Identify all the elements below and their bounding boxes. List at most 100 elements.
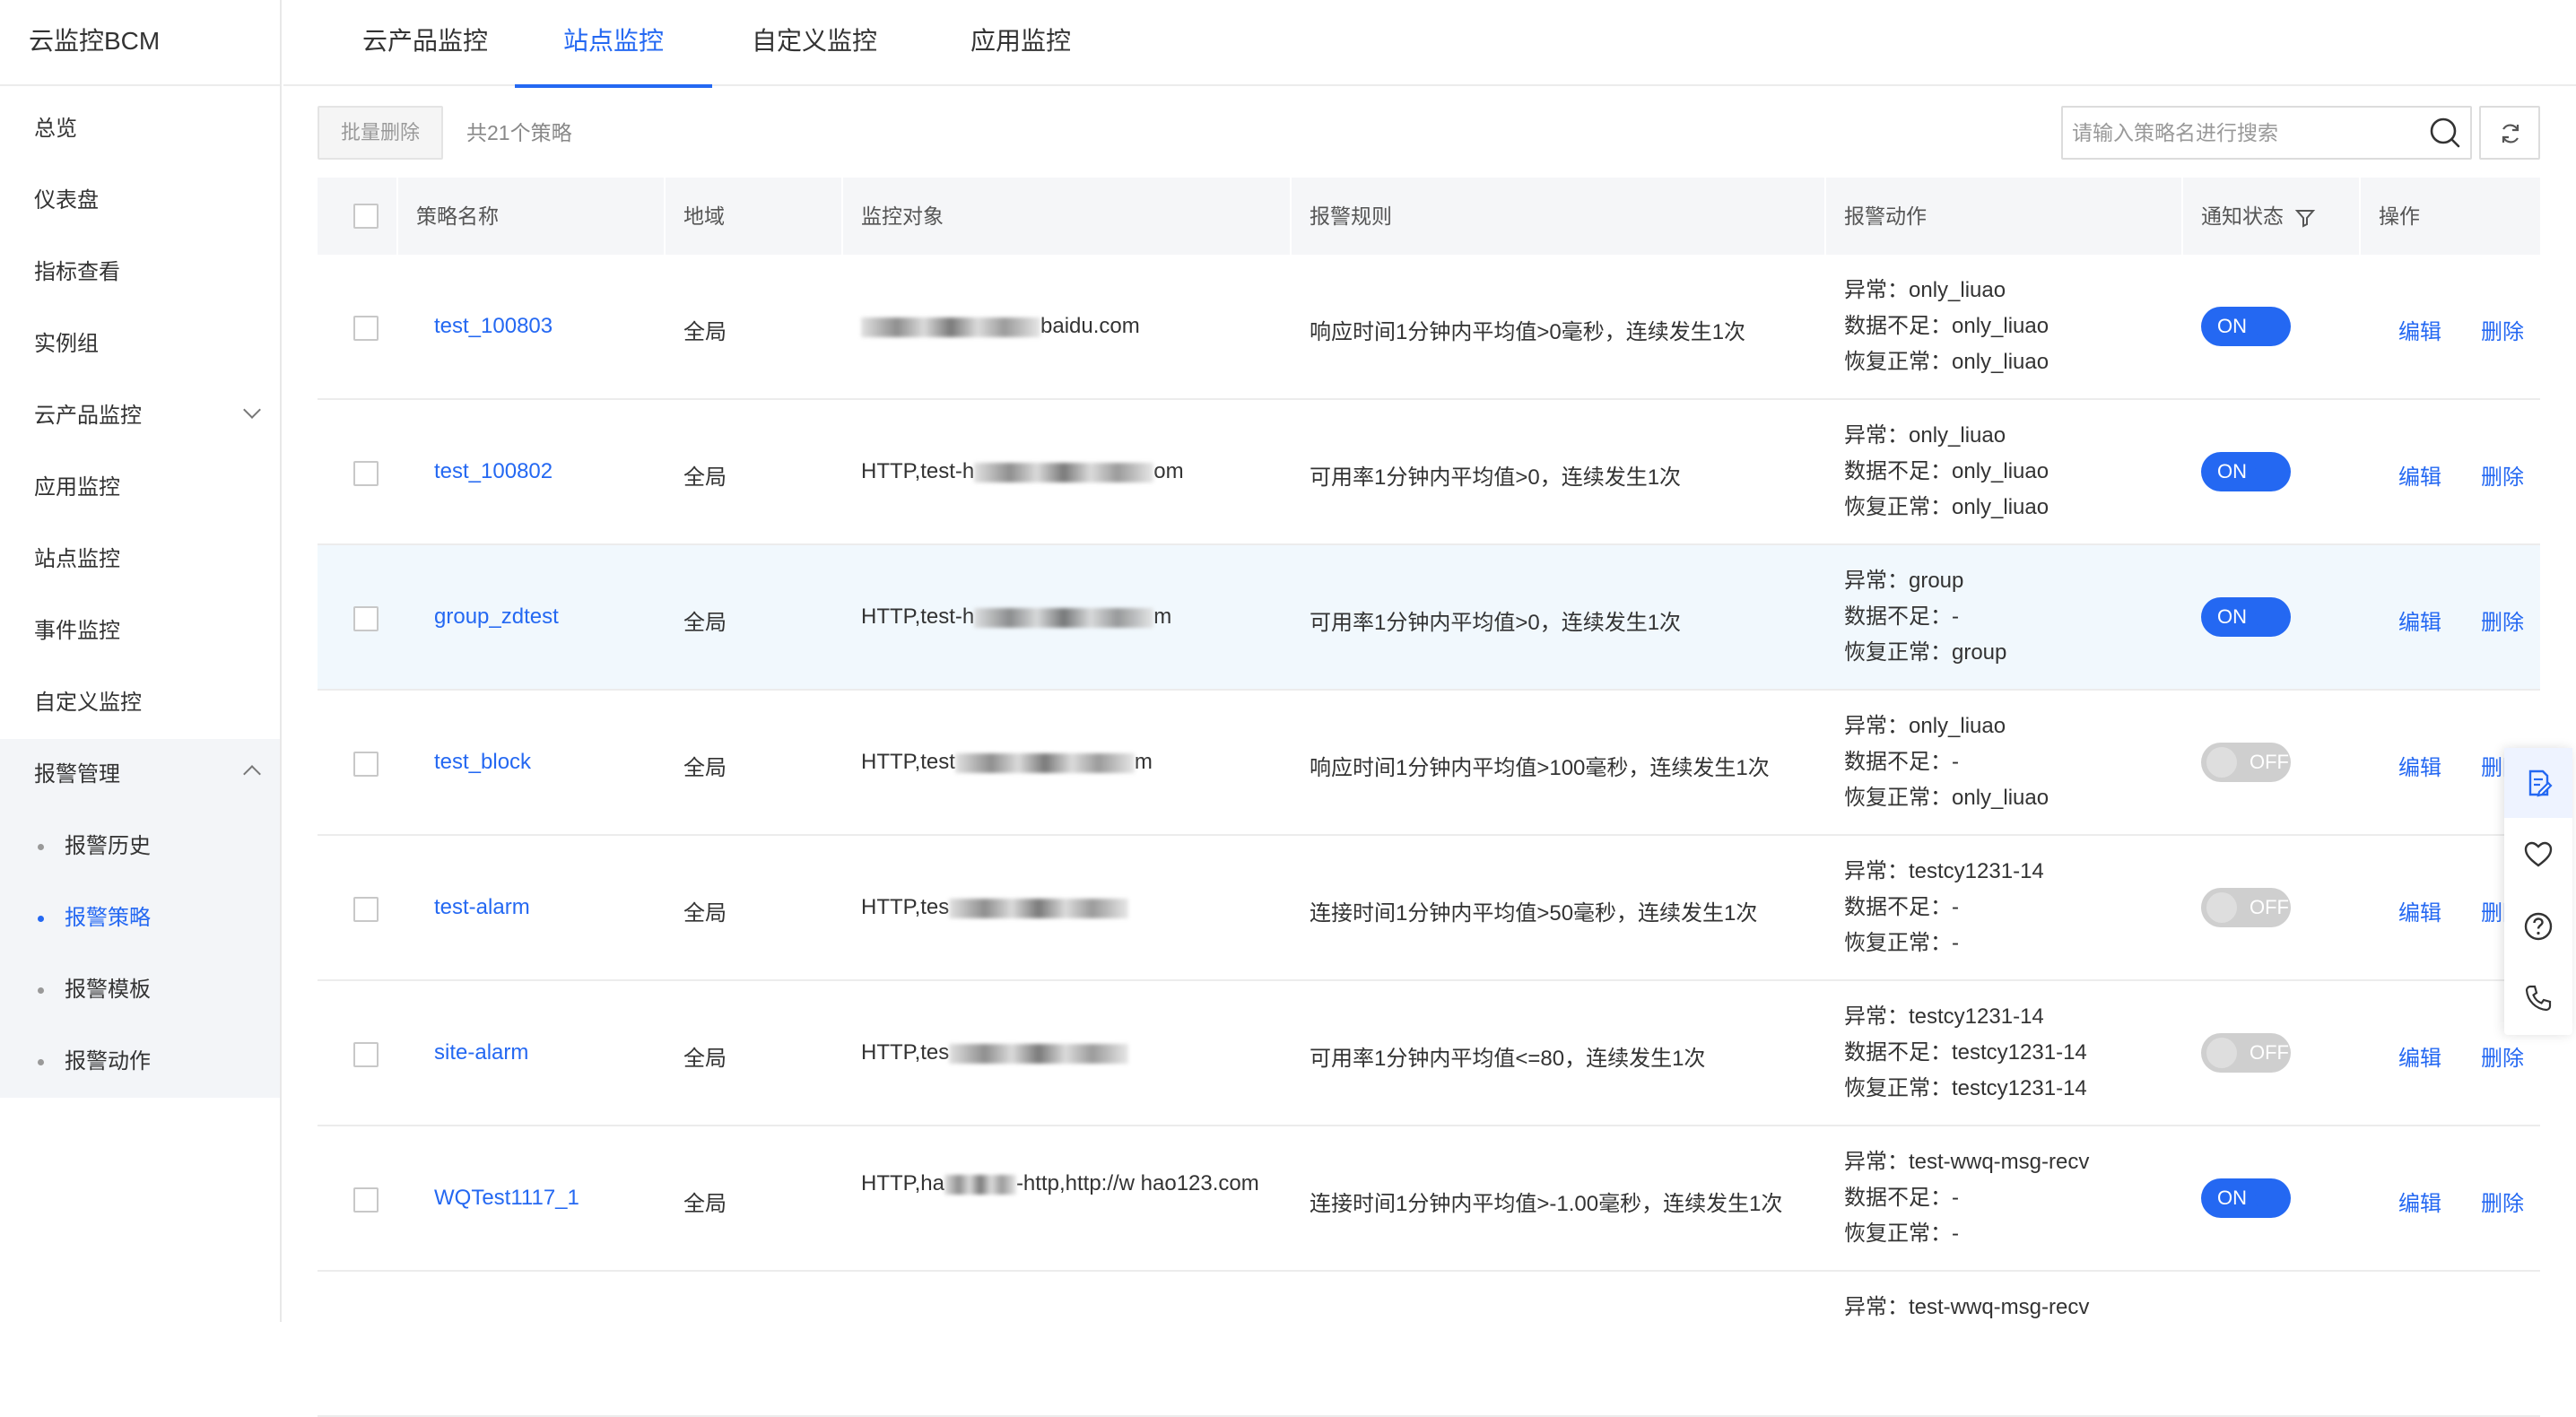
sidebar-item-dashboard[interactable]: 仪表盘 <box>0 165 280 237</box>
row-checkbox[interactable] <box>353 606 379 631</box>
column-divider <box>1824 178 1826 255</box>
tab-app-monitor[interactable]: 应用监控 <box>949 0 1092 86</box>
target-cell: HTTP,test-h m <box>861 599 1274 635</box>
row-checkbox[interactable] <box>353 461 379 486</box>
action-abnormal: 异常：group <box>1844 569 1964 593</box>
select-all-checkbox[interactable] <box>353 204 379 229</box>
notify-toggle[interactable]: OFF <box>2201 1033 2291 1073</box>
row-checkbox[interactable] <box>353 897 379 922</box>
action-cell: 异常：only_liuao 数据不足：only_liuao 恢复正常：only_li… <box>1844 418 2049 526</box>
sidebar-item-label: 总览 <box>34 117 77 141</box>
sidebar-item-cloud-product[interactable]: 云产品监控 <box>0 380 280 452</box>
help-button[interactable] <box>2504 891 2572 961</box>
target-text-suffix: -http,http://w hao123.com <box>1015 1171 1259 1195</box>
target-text-prefix: HTTP,test <box>861 750 955 774</box>
region-cell: 全局 <box>683 756 727 780</box>
target-text-prefix: HTTP,tes <box>861 895 950 919</box>
action-recovered: 恢复正常：- <box>1844 931 1959 955</box>
edit-link[interactable]: 编辑 <box>2398 1186 2441 1217</box>
sidebar-item-label: 指标查看 <box>34 260 120 284</box>
policy-name-link[interactable]: WQTest1117_1 <box>434 1186 579 1211</box>
row-checkbox[interactable] <box>353 1187 379 1213</box>
action-cell: 异常：test-wwq-msg-recv 数据不足：- 恢复正常：- <box>1844 1144 2089 1252</box>
sidebar-subitem-alarm-policy[interactable]: 报警策略 <box>0 882 280 954</box>
redacted-blur <box>949 1043 1129 1064</box>
notify-toggle[interactable]: ON <box>2201 1178 2291 1218</box>
sidebar-item-app-monitor[interactable]: 应用监控 <box>0 452 280 524</box>
batch-delete-button[interactable]: 批量删除 <box>318 106 443 160</box>
refresh-button[interactable] <box>2479 106 2540 160</box>
notify-toggle[interactable]: OFF <box>2201 888 2291 927</box>
sidebar-subitem-alarm-template[interactable]: 报警模板 <box>0 954 280 1026</box>
table-row: test_block 全局 HTTP,test m 响应时间1分钟内平均值>100毫秒，… <box>318 691 2540 836</box>
redacted-blur <box>974 607 1154 628</box>
search-input[interactable] <box>2063 108 2404 158</box>
tab-cloud-product[interactable]: 云产品监控 <box>353 0 497 86</box>
sidebar-subitem-alarm-history[interactable]: 报警历史 <box>0 811 280 882</box>
policy-name-link[interactable]: test_100803 <box>434 314 553 339</box>
action-recovered: 恢复正常：only_liuao <box>1844 495 2049 519</box>
sidebar-item-alarm-management[interactable]: 报警管理 <box>0 739 280 811</box>
action-cell: 异常：test-wwq-msg-recv <box>1844 1290 2089 1326</box>
chevron-up-icon <box>246 739 258 811</box>
tab-custom-monitor[interactable]: 自定义监控 <box>743 0 886 86</box>
sidebar-item-label: 站点监控 <box>34 547 120 571</box>
column-divider <box>1290 178 1292 255</box>
action-cell: 异常：testcy1231-14 数据不足：testcy1231-14 恢复正常：t… <box>1844 999 2087 1107</box>
action-recovered: 恢复正常：only_liuao <box>1844 786 2049 810</box>
notify-toggle[interactable]: ON <box>2201 307 2291 346</box>
sidebar-item-overview[interactable]: 总览 <box>0 93 280 165</box>
edit-link[interactable]: 编辑 <box>2398 750 2441 781</box>
edit-link[interactable]: 编辑 <box>2398 1040 2441 1072</box>
feedback-button[interactable] <box>2504 748 2572 818</box>
policy-name-link[interactable]: group_zdtest <box>434 604 559 630</box>
edit-link[interactable]: 编辑 <box>2398 314 2441 345</box>
sidebar-item-metrics[interactable]: 指标查看 <box>0 237 280 309</box>
filter-icon[interactable] <box>2294 207 2316 229</box>
delete-link[interactable]: 删除 <box>2481 604 2524 636</box>
header-status: 通知状态 <box>2201 178 2316 255</box>
sidebar-item-event-monitor[interactable]: 事件监控 <box>0 595 280 667</box>
row-checkbox[interactable] <box>353 1042 379 1067</box>
policy-name-link[interactable]: test_block <box>434 750 531 775</box>
action-insufficient: 数据不足：- <box>1844 1186 1959 1210</box>
delete-link[interactable]: 删除 <box>2481 314 2524 345</box>
sidebar-item-label: 应用监控 <box>34 475 120 500</box>
notify-toggle[interactable]: ON <box>2201 452 2291 491</box>
sidebar-item-instance-group[interactable]: 实例组 <box>0 309 280 380</box>
tab-site-monitor[interactable]: 站点监控 <box>515 0 712 88</box>
action-recovered: 恢复正常：- <box>1844 1221 1959 1246</box>
policy-name-link[interactable]: site-alarm <box>434 1040 528 1065</box>
redacted-blur <box>954 752 1135 773</box>
sidebar-menu: 总览 仪表盘 指标查看 实例组 云产品监控 应用监控 站点监控 事件监控 自定义… <box>0 86 280 1098</box>
table-row: WQTest1117_1 全局 HTTP,ha -http,http://w hao1… <box>318 1126 2540 1272</box>
policy-name-link[interactable]: test_100802 <box>434 459 553 484</box>
notify-toggle[interactable]: ON <box>2201 597 2291 637</box>
header-target: 监控对象 <box>861 204 944 228</box>
region-cell: 全局 <box>683 611 727 635</box>
delete-link[interactable]: 删除 <box>2481 1040 2524 1072</box>
action-cell: 异常：group 数据不足：- 恢复正常：group <box>1844 563 2006 671</box>
sidebar-item-custom-monitor[interactable]: 自定义监控 <box>0 667 280 739</box>
edit-link[interactable]: 编辑 <box>2398 895 2441 926</box>
favorite-button[interactable] <box>2504 820 2572 890</box>
target-text-suffix: m <box>1153 604 1172 629</box>
row-checkbox[interactable] <box>353 752 379 777</box>
policy-name-link[interactable]: test-alarm <box>434 895 530 920</box>
sidebar-item-label: 实例组 <box>34 332 99 356</box>
action-abnormal: 异常：only_liuao <box>1844 714 2006 738</box>
header-ops: 操作 <box>2379 204 2420 228</box>
contact-button[interactable] <box>2504 963 2572 1033</box>
row-checkbox[interactable] <box>353 316 379 341</box>
sidebar-subitem-alarm-action[interactable]: 报警动作 <box>0 1026 280 1098</box>
edit-link[interactable]: 编辑 <box>2398 604 2441 636</box>
edit-link[interactable]: 编辑 <box>2398 459 2441 491</box>
notify-toggle[interactable]: OFF <box>2201 743 2291 782</box>
delete-link[interactable]: 删除 <box>2481 1186 2524 1217</box>
search-icon[interactable] <box>2427 115 2463 151</box>
sidebar-item-site-monitor[interactable]: 站点监控 <box>0 524 280 595</box>
action-recovered: 恢复正常：testcy1231-14 <box>1844 1076 2087 1100</box>
sidebar-subitem-label: 报警历史 <box>65 834 151 858</box>
delete-link[interactable]: 删除 <box>2481 459 2524 491</box>
action-abnormal: 异常：testcy1231-14 <box>1844 1004 2044 1029</box>
